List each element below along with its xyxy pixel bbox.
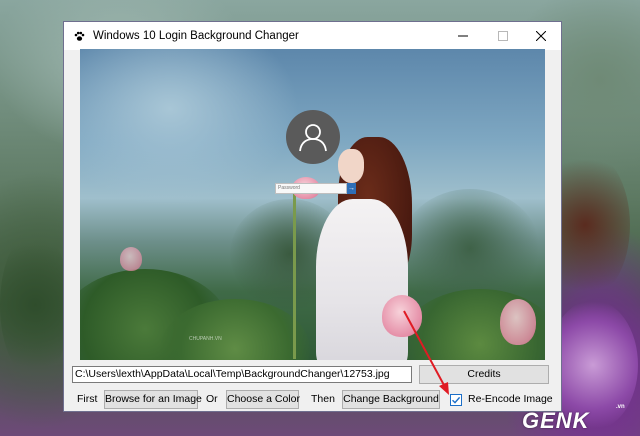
- annotation-arrow: [403, 310, 449, 395]
- site-logo-suffix: .vn: [616, 404, 625, 410]
- site-logo: GENK: [522, 408, 590, 433]
